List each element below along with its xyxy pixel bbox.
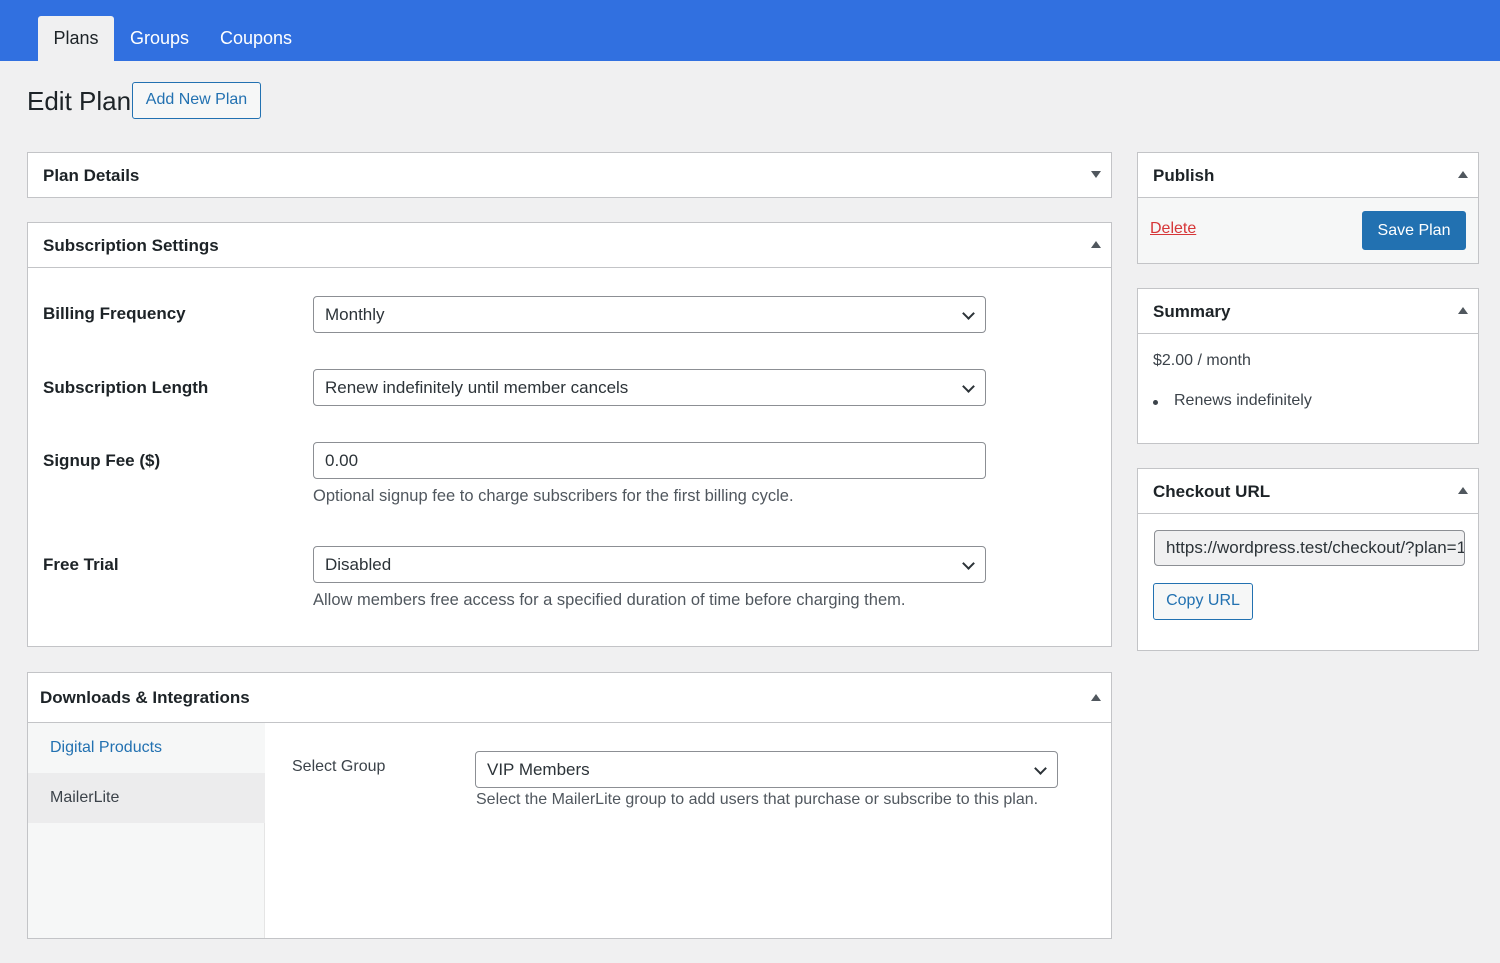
checkout-url-value: https://wordpress.test/checkout/?plan=1 <box>1166 538 1465 557</box>
chevron-down-icon <box>962 307 975 320</box>
billing-frequency-value: Monthly <box>325 305 385 324</box>
tab-groups[interactable]: Groups <box>114 16 205 61</box>
free-trial-value: Disabled <box>325 555 392 574</box>
free-trial-help: Allow members free access for a specifie… <box>313 591 906 609</box>
plan-details-header[interactable]: Plan Details <box>28 153 1111 198</box>
checkout-url-title: Checkout URL <box>1153 482 1271 501</box>
publish-title: Publish <box>1153 166 1215 185</box>
summary-box: Summary $2.00 / month Renews indefinitel… <box>1137 288 1479 444</box>
chevron-down-icon <box>1034 762 1047 775</box>
summary-item: Renews indefinitely <box>1174 392 1312 409</box>
chevron-down-icon <box>962 380 975 393</box>
subscription-length-label: Subscription Length <box>43 378 209 397</box>
publish-box: Publish Delete Save Plan <box>1137 152 1479 264</box>
tab-digital-products[interactable]: Digital Products <box>28 723 265 773</box>
save-plan-button[interactable]: Save Plan <box>1362 211 1466 250</box>
billing-frequency-select[interactable]: Monthly <box>313 296 986 333</box>
downloads-integrations-box: Downloads & Integrations Digital Product… <box>27 672 1112 939</box>
collapse-up-icon[interactable] <box>1458 307 1468 314</box>
checkout-url-field[interactable]: https://wordpress.test/checkout/?plan=1 <box>1154 530 1465 566</box>
tab-plans[interactable]: Plans <box>38 16 114 61</box>
downloads-integrations-title: Downloads & Integrations <box>40 688 250 707</box>
page-title: Edit Plan <box>27 86 132 116</box>
select-group-label: Select Group <box>292 758 386 775</box>
select-group-value: VIP Members <box>487 760 590 779</box>
subscription-settings-box: Subscription Settings Billing Frequency … <box>27 222 1112 647</box>
collapse-down-icon[interactable] <box>1091 171 1101 178</box>
collapse-up-icon[interactable] <box>1458 487 1468 494</box>
collapse-up-icon[interactable] <box>1091 241 1101 248</box>
summary-title: Summary <box>1153 302 1231 321</box>
copy-url-button[interactable]: Copy URL <box>1153 583 1253 620</box>
subscription-settings-header[interactable]: Subscription Settings <box>28 223 1111 268</box>
subscription-length-select[interactable]: Renew indefinitely until member cancels <box>313 369 986 406</box>
bullet-icon <box>1153 400 1158 405</box>
signup-fee-input[interactable]: 0.00 <box>313 442 986 479</box>
subscription-length-value: Renew indefinitely until member cancels <box>325 378 629 397</box>
collapse-up-icon[interactable] <box>1091 694 1101 701</box>
signup-fee-label: Signup Fee ($) <box>43 451 161 470</box>
publish-header[interactable]: Publish <box>1138 153 1478 198</box>
free-trial-label: Free Trial <box>43 555 119 574</box>
integrations-tab-list: Digital Products MailerLite <box>28 723 265 938</box>
checkout-url-box: Checkout URL https://wordpress.test/chec… <box>1137 468 1479 651</box>
billing-frequency-label: Billing Frequency <box>43 304 186 323</box>
select-group-help: Select the MailerLite group to add users… <box>476 791 1039 808</box>
summary-price: $2.00 / month <box>1153 352 1251 369</box>
plan-details-box: Plan Details <box>27 152 1112 198</box>
subscription-settings-title: Subscription Settings <box>43 236 219 255</box>
free-trial-select[interactable]: Disabled <box>313 546 986 583</box>
chevron-down-icon <box>962 557 975 570</box>
tab-coupons[interactable]: Coupons <box>204 16 308 61</box>
collapse-up-icon[interactable] <box>1458 171 1468 178</box>
checkout-url-header[interactable]: Checkout URL <box>1138 469 1478 514</box>
add-new-plan-button[interactable]: Add New Plan <box>132 82 261 119</box>
summary-header[interactable]: Summary <box>1138 289 1478 334</box>
tab-mailerlite[interactable]: MailerLite <box>28 773 265 823</box>
downloads-integrations-header[interactable]: Downloads & Integrations <box>28 673 1111 723</box>
delete-link[interactable]: Delete <box>1150 220 1196 238</box>
signup-fee-value: 0.00 <box>325 451 359 470</box>
top-nav-bar: Plans Groups Coupons <box>0 0 1500 61</box>
signup-fee-help: Optional signup fee to charge subscriber… <box>313 487 794 505</box>
select-group-select[interactable]: VIP Members <box>475 751 1058 788</box>
plan-details-title: Plan Details <box>43 166 140 185</box>
